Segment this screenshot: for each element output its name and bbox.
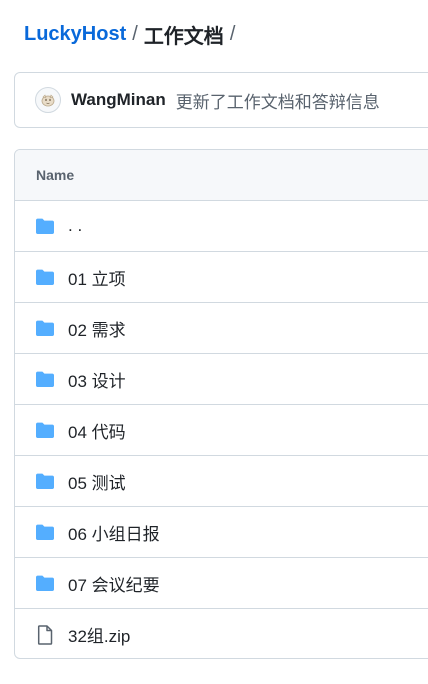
file-icon [35, 624, 55, 645]
breadcrumb-separator: / [132, 22, 138, 45]
folder-name-link[interactable]: 03 设计 [68, 367, 126, 392]
commit-author-link[interactable]: WangMinan [71, 90, 166, 110]
folder-name-link[interactable]: 06 小组日报 [68, 520, 160, 545]
commit-message-link[interactable]: 更新了工作文档和答辩信息 [176, 88, 380, 113]
folder-icon [35, 268, 55, 286]
name-column-header: Name [36, 167, 75, 183]
folder-icon [35, 421, 55, 439]
avatar[interactable] [35, 87, 61, 113]
folder-row[interactable]: 02 需求 [15, 303, 428, 354]
folder-icon [35, 319, 55, 337]
folder-row[interactable]: 05 测试 [15, 456, 428, 507]
file-row[interactable]: 32组.zip [15, 609, 428, 658]
file-table: Name . . 01 立项 02 需求 03 设计 04 代码 05 测试 06 小组日报… [14, 149, 428, 659]
breadcrumb-repo-link[interactable]: LuckyHost [24, 23, 126, 46]
folder-icon [35, 217, 55, 235]
avatar-icon [41, 94, 55, 107]
breadcrumb-trailing-separator: / [229, 22, 236, 45]
folder-row[interactable]: . . [15, 201, 428, 252]
table-header: Name [15, 150, 428, 201]
latest-commit-box: WangMinan 更新了工作文档和答辩信息 [14, 72, 428, 128]
folder-name-link[interactable]: 07 会议纪要 [68, 571, 160, 596]
file-name-link[interactable]: 32组.zip [68, 622, 130, 647]
folder-icon [35, 472, 55, 490]
folder-name-link[interactable]: 02 需求 [68, 316, 126, 341]
breadcrumb: LuckyHost / 工作文档 / [24, 18, 241, 50]
folder-icon [35, 523, 55, 541]
folder-name-link[interactable]: 04 代码 [68, 418, 126, 443]
folder-icon [35, 574, 55, 592]
folder-row[interactable]: 04 代码 [15, 405, 428, 456]
folder-name-link[interactable]: 01 立项 [68, 265, 126, 290]
folder-row[interactable]: 03 设计 [15, 354, 428, 405]
folder-row[interactable]: 06 小组日报 [15, 507, 428, 558]
folder-icon [35, 370, 55, 388]
folder-name-link[interactable]: 05 测试 [68, 469, 126, 494]
folder-name-link[interactable]: . . [68, 216, 82, 236]
folder-row[interactable]: 07 会议纪要 [15, 558, 428, 609]
folder-row[interactable]: 01 立项 [15, 252, 428, 303]
breadcrumb-current-folder: 工作文档 [143, 25, 224, 48]
